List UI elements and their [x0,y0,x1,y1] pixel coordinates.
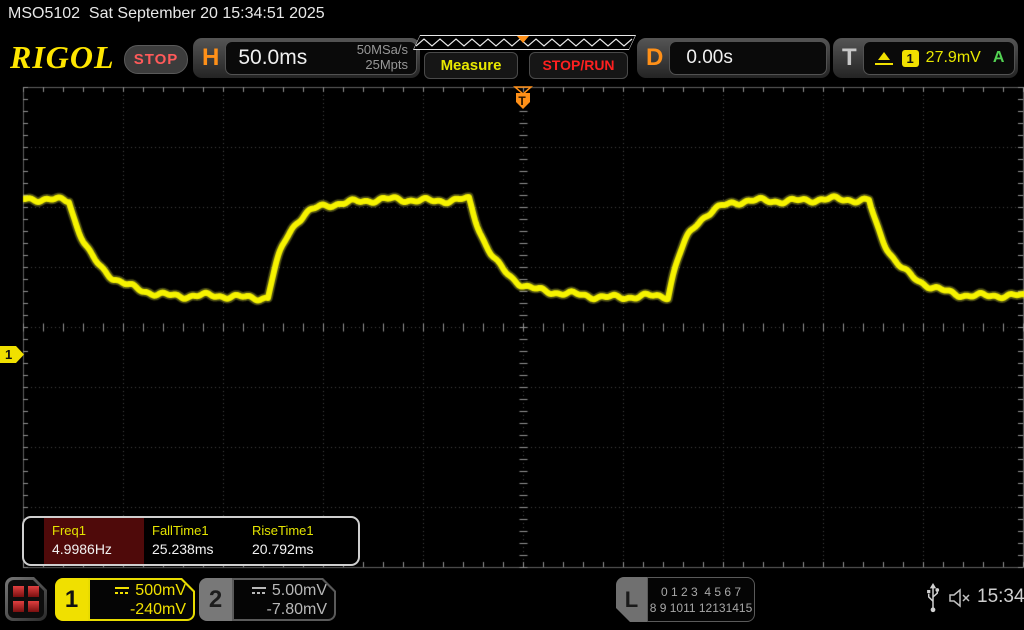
acquisition-stop-badge: STOP [124,45,188,74]
digital-channels-row1: 0 1 2 3 4 5 6 7 [661,584,741,600]
sample-rate-memdepth: 50MSa/s 25Mpts [357,43,416,73]
measurement-label: Freq1 [52,523,144,538]
timebase-value: 50.0ms [226,46,307,70]
measurement-falltime1[interactable]: FallTime1 25.238ms [144,518,244,564]
t-label: T [833,44,863,72]
channel1-offset: -240mV [130,600,186,619]
channel1-scale: 500mV [135,581,186,600]
measurement-label: FallTime1 [152,523,244,538]
measurement-value: 25.238ms [152,541,244,557]
trigger-mode: A [993,49,1014,67]
dc-coupling-icon [114,586,130,595]
channel2-status-block[interactable]: 2 5.00mV -7.80mV [199,578,336,621]
measure-button[interactable]: Measure [424,52,518,79]
logic-analyzer-tab[interactable]: L [616,577,647,622]
trigger-settings-group[interactable]: T 1 27.9mV A [833,38,1018,78]
d-label: D [637,44,669,72]
measurement-value: 4.9986Hz [52,541,144,557]
dc-coupling-icon [251,586,267,595]
measurement-label: RiseTime1 [252,523,344,538]
trigger-marker-label: T [511,94,533,108]
rigol-logo: RIGOL [10,39,115,76]
trigger-source-badge: 1 [902,50,919,67]
measurement-risetime1[interactable]: RiseTime1 20.792ms [244,518,344,564]
delay-settings-group[interactable]: D 0.00s [637,38,830,78]
h-label: H [193,44,225,72]
trigger-level-value: 27.9mV [926,49,981,67]
sample-rate: 50MSa/s [357,42,408,57]
speaker-muted-icon [948,588,973,608]
usb-icon [926,583,940,613]
delay-box[interactable]: 0.00s [669,41,827,75]
clock: 15:34 [977,586,1024,608]
oscilloscope-screen: MSO5102 Sat September 20 15:34:51 2025 R… [0,0,1024,630]
trigger-position-marker[interactable]: T [511,86,535,110]
timebase-box[interactable]: 50.0ms 50MSa/s 25Mpts [225,41,417,75]
stop-run-button[interactable]: STOP/RUN [529,52,628,79]
channel2-offset: -7.80mV [267,600,327,619]
channel1-status-block[interactable]: 1 500mV -240mV [55,578,195,621]
preview-trigger-position-icon [517,36,529,43]
delay-value: 0.00s [670,47,732,69]
measurement-value: 20.792ms [252,541,344,557]
trigger-slope-icon [874,50,894,66]
horizontal-settings-group[interactable]: H 50.0ms 50MSa/s 25Mpts [193,38,420,78]
measurement-panel-spacer [24,518,44,564]
memory-depth: 25Mpts [365,57,408,72]
measurement-panel[interactable]: Freq1 4.9986Hz FallTime1 25.238ms RiseTi… [22,516,360,566]
channel1-number-tab[interactable]: 1 [55,578,88,621]
channel2-scale: 5.00mV [272,581,327,600]
logic-analyzer-block[interactable]: L 0 1 2 3 4 5 6 7 8 9 1011 12131415 [616,577,755,622]
model-and-datetime: MSO5102 Sat September 20 15:34:51 2025 [8,5,325,23]
trigger-box[interactable]: 1 27.9mV A [863,41,1015,75]
measurement-freq1[interactable]: Freq1 4.9986Hz [44,518,144,564]
menu-grid-icon [8,580,44,618]
digital-channels-row2: 8 9 1011 12131415 [650,600,753,616]
channel2-number-tab[interactable]: 2 [199,578,232,621]
